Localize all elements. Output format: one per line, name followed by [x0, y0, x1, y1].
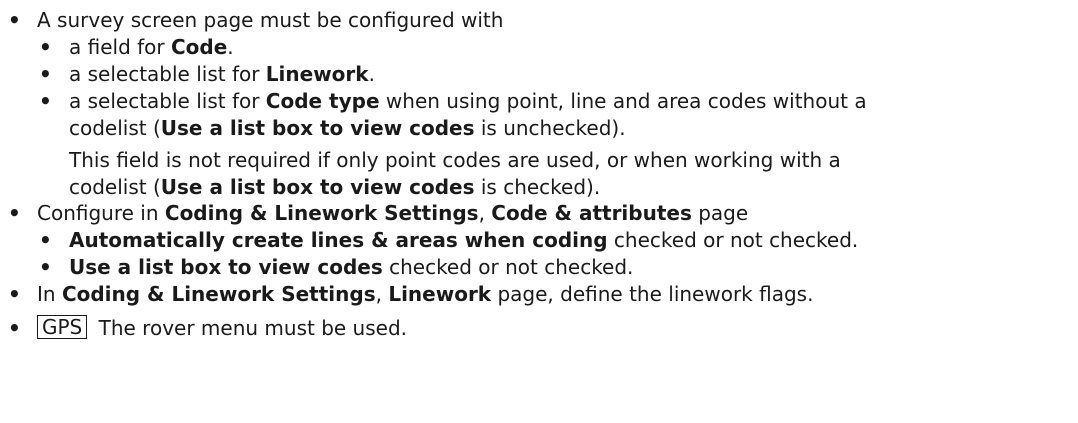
sub-item-text: a selectable list for Code type when usi…: [69, 88, 867, 115]
sub-item-text: a selectable list for Linework.: [69, 61, 375, 88]
bullet: •: [39, 255, 52, 279]
bullet: •: [39, 35, 52, 59]
text-run: checked or not checked.: [382, 255, 634, 279]
bold-term: Coding & Linework Settings: [61, 282, 376, 306]
bold-term: Automatically create lines & areas when …: [69, 228, 608, 252]
text-run: page: [691, 201, 749, 225]
bullet: •: [8, 8, 21, 32]
text-run: when using point, line and area codes wi…: [379, 89, 867, 113]
text-run: .: [368, 62, 375, 86]
bold-term: Code: [170, 35, 228, 59]
list-item-text: Configure in Coding & Linework Settings,…: [37, 200, 748, 227]
text-run: a selectable list for: [69, 62, 266, 86]
bullet: •: [39, 89, 52, 113]
note-text: This field is not required if only point…: [69, 148, 841, 172]
text-run: The rover menu must be used.: [92, 316, 408, 340]
list-item-text: GPS The rover menu must be used.: [37, 315, 407, 342]
note-text: codelist (Use a list box to view codes i…: [69, 174, 600, 201]
text-run: a field for: [69, 35, 171, 59]
bold-term: Use a list box to view codes: [160, 175, 475, 199]
bullet: •: [8, 316, 21, 340]
text-run: Configure in: [37, 201, 165, 225]
bold-term: Code type: [265, 89, 380, 113]
text-run: ,: [375, 282, 389, 306]
sub-item-text: Use a list box to view codes checked or …: [69, 254, 633, 281]
list-item-text: In Coding & Linework Settings, Linework …: [37, 281, 813, 308]
bold-term: Use a list box to view codes: [69, 255, 383, 279]
sub-item-text: Automatically create lines & areas when …: [69, 227, 858, 254]
text-run: codelist (: [69, 175, 161, 199]
text-run: is unchecked).: [474, 116, 626, 140]
text-run: page, define the linework flags.: [491, 282, 814, 306]
bullet: •: [39, 228, 52, 252]
bold-term: Linework: [388, 282, 492, 306]
text-run: In: [37, 282, 62, 306]
bullet: •: [39, 62, 52, 86]
list-item-text: A survey screen page must be configured …: [37, 8, 504, 32]
gps-tag: GPS: [37, 315, 88, 339]
bold-term: Code & attributes: [491, 201, 692, 225]
text-run: codelist (: [69, 116, 161, 140]
text-run: checked or not checked.: [607, 228, 859, 252]
text-run: ,: [478, 201, 492, 225]
text-run: .: [227, 35, 234, 59]
bold-term: Use a list box to view codes: [160, 116, 475, 140]
text-run: is checked).: [474, 175, 601, 199]
bold-term: Coding & Linework Settings: [164, 201, 479, 225]
sub-item-text: a field for Code.: [69, 34, 234, 61]
sub-item-text: codelist (Use a list box to view codes i…: [69, 115, 626, 142]
document-page: • A survey screen page must be configure…: [0, 0, 1078, 423]
bullet: •: [8, 282, 21, 306]
bullet: •: [8, 201, 21, 225]
text-run: a selectable list for: [69, 89, 266, 113]
bold-term: Linework: [265, 62, 369, 86]
